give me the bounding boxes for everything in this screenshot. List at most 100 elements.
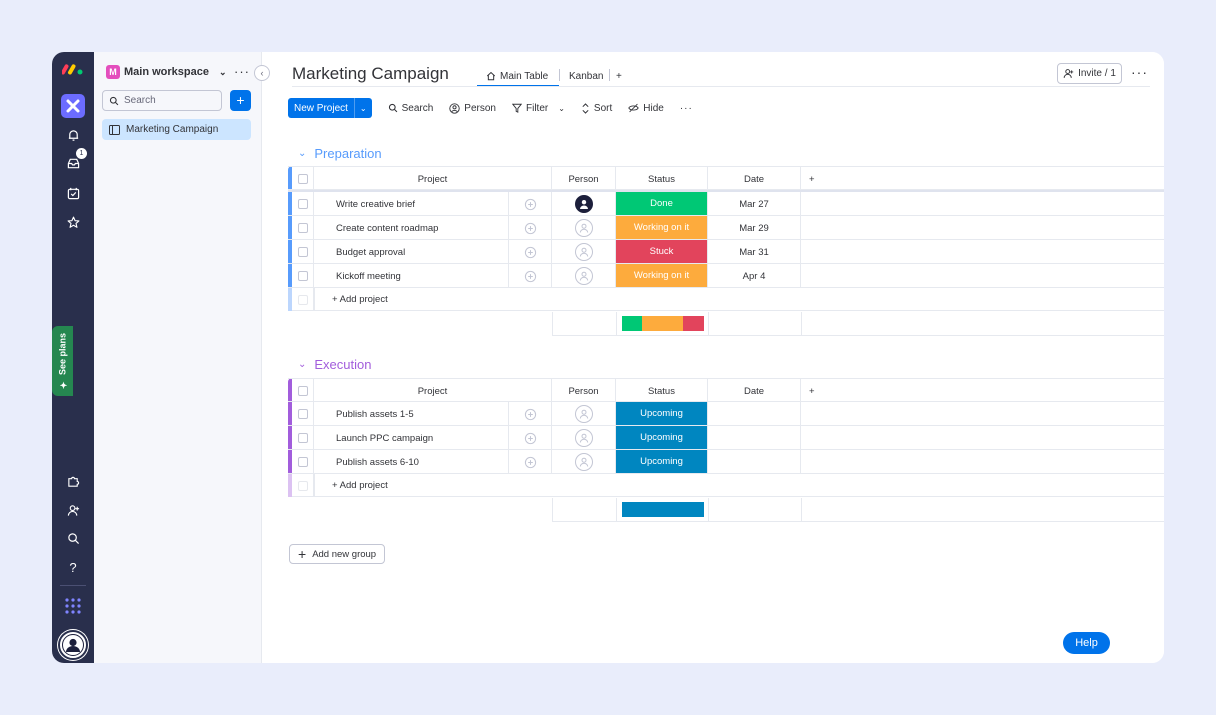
add-item-label[interactable]: + Add project [332, 294, 388, 305]
search-icon[interactable] [63, 528, 83, 548]
status-cell[interactable]: Working on it [616, 216, 708, 240]
item-name[interactable]: Write creative brief [314, 192, 509, 216]
group-title[interactable]: Execution [314, 357, 371, 372]
add-board-button[interactable]: + [230, 90, 251, 111]
item-name[interactable]: Publish assets 1-5 [314, 402, 509, 426]
row-checkbox[interactable] [292, 426, 314, 450]
chevron-down-icon[interactable]: ⌄ [298, 359, 306, 370]
add-view-button[interactable]: + [616, 66, 622, 86]
add-update-icon[interactable] [509, 192, 552, 216]
product-switcher-icon[interactable] [63, 596, 83, 616]
group-header-execution[interactable]: ⌄ Execution [298, 357, 371, 372]
row-checkbox[interactable] [292, 264, 314, 288]
column-header-person[interactable]: Person [552, 379, 616, 403]
person-cell[interactable] [552, 402, 616, 426]
person-cell[interactable] [552, 264, 616, 288]
add-new-group-button[interactable]: + Add new group [289, 544, 386, 564]
see-plans-button[interactable]: ✦ See plans [52, 326, 73, 396]
apps-puzzle-icon[interactable] [63, 471, 83, 491]
status-cell[interactable]: Working on it [616, 264, 708, 288]
bell-icon[interactable] [63, 125, 83, 145]
column-header-status[interactable]: Status [616, 379, 708, 403]
group-header-preparation[interactable]: ⌄ Preparation [298, 146, 382, 161]
column-header-date[interactable]: Date [708, 379, 801, 403]
date-cell[interactable] [708, 450, 801, 474]
date-cell[interactable] [708, 426, 801, 450]
column-header-person[interactable]: Person [552, 167, 616, 191]
item-name[interactable]: Create content roadmap [314, 216, 509, 240]
status-cell[interactable]: Upcoming [616, 426, 708, 450]
row-checkbox[interactable] [292, 216, 314, 240]
add-update-icon[interactable] [509, 264, 552, 288]
tab-kanban[interactable]: Kanban [569, 66, 603, 86]
sidebar-search-input[interactable]: Search [102, 90, 222, 111]
date-cell[interactable]: Mar 31 [708, 240, 801, 264]
board-more-icon[interactable]: ··· [1131, 64, 1148, 80]
monday-logo[interactable] [61, 60, 84, 76]
table-row[interactable]: Kickoff meeting Working on it Apr 4 [288, 264, 1164, 288]
add-column-button[interactable]: + [801, 167, 841, 191]
help-icon[interactable]: ? [63, 557, 83, 577]
user-avatar[interactable] [58, 630, 88, 660]
add-update-icon[interactable] [509, 426, 552, 450]
toolbar-more-icon[interactable]: ··· [680, 103, 693, 114]
search-button[interactable]: Search [388, 103, 433, 114]
sort-button[interactable]: Sort [581, 103, 612, 114]
person-cell[interactable] [552, 192, 616, 216]
add-update-icon[interactable] [509, 450, 552, 474]
invite-button[interactable]: Invite / 1 [1057, 63, 1122, 84]
help-button[interactable]: Help [1063, 632, 1110, 654]
row-checkbox[interactable] [292, 402, 314, 426]
person-cell[interactable] [552, 426, 616, 450]
person-cell[interactable] [552, 216, 616, 240]
date-cell[interactable]: Mar 27 [708, 192, 801, 216]
date-cell[interactable] [708, 402, 801, 426]
status-cell[interactable]: Upcoming [616, 450, 708, 474]
invite-user-icon[interactable] [63, 500, 83, 520]
column-header-project[interactable]: Project [314, 379, 552, 403]
select-all-checkbox[interactable] [292, 379, 314, 403]
column-header-project[interactable]: Project [314, 167, 552, 191]
item-name[interactable]: Budget approval [314, 240, 509, 264]
workspaces-icon[interactable] [61, 94, 85, 118]
star-icon[interactable] [63, 212, 83, 232]
table-row[interactable]: Launch PPC campaign Upcoming [288, 426, 1164, 450]
person-cell[interactable] [552, 450, 616, 474]
select-all-checkbox[interactable] [292, 167, 314, 191]
row-checkbox[interactable] [292, 450, 314, 474]
row-checkbox[interactable] [292, 240, 314, 264]
table-row[interactable]: Create content roadmap Working on it Mar… [288, 216, 1164, 240]
date-cell[interactable]: Mar 29 [708, 216, 801, 240]
table-row[interactable]: Publish assets 1-5 Upcoming [288, 402, 1164, 426]
item-name[interactable]: Launch PPC campaign [314, 426, 509, 450]
add-update-icon[interactable] [509, 240, 552, 264]
status-cell[interactable]: Done [616, 192, 708, 216]
add-update-icon[interactable] [509, 402, 552, 426]
group-title[interactable]: Preparation [314, 146, 381, 161]
hide-button[interactable]: Hide [628, 103, 664, 114]
tab-main-table[interactable]: Main Table [486, 66, 548, 86]
add-item-row[interactable]: + Add project [288, 474, 1164, 497]
status-cell[interactable]: Upcoming [616, 402, 708, 426]
sidebar-item-marketing-campaign[interactable]: Marketing Campaign [102, 119, 251, 140]
item-name[interactable]: Kickoff meeting [314, 264, 509, 288]
more-options-icon[interactable]: ··· [234, 64, 250, 79]
person-cell[interactable] [552, 240, 616, 264]
row-checkbox[interactable] [292, 192, 314, 216]
column-header-date[interactable]: Date [708, 167, 801, 191]
table-row[interactable]: Write creative brief Done Mar 27 [288, 192, 1164, 216]
chevron-down-icon[interactable]: ⌄ [353, 98, 372, 118]
add-item-label[interactable]: + Add project [332, 480, 388, 491]
table-row[interactable]: Publish assets 6-10 Upcoming [288, 450, 1164, 474]
person-filter-button[interactable]: Person [449, 103, 496, 114]
workspace-selector[interactable]: M Main workspace ⌄ [106, 64, 227, 80]
table-row[interactable]: Budget approval Stuck Mar 31 [288, 240, 1164, 264]
status-cell[interactable]: Stuck [616, 240, 708, 264]
chevron-down-icon[interactable]: ⌄ [298, 148, 306, 159]
column-header-status[interactable]: Status [616, 167, 708, 191]
collapse-sidebar-button[interactable]: ‹ [254, 65, 270, 81]
my-work-icon[interactable] [63, 183, 83, 203]
date-cell[interactable]: Apr 4 [708, 264, 801, 288]
add-item-row[interactable]: + Add project [288, 288, 1164, 311]
add-column-button[interactable]: + [801, 379, 841, 403]
